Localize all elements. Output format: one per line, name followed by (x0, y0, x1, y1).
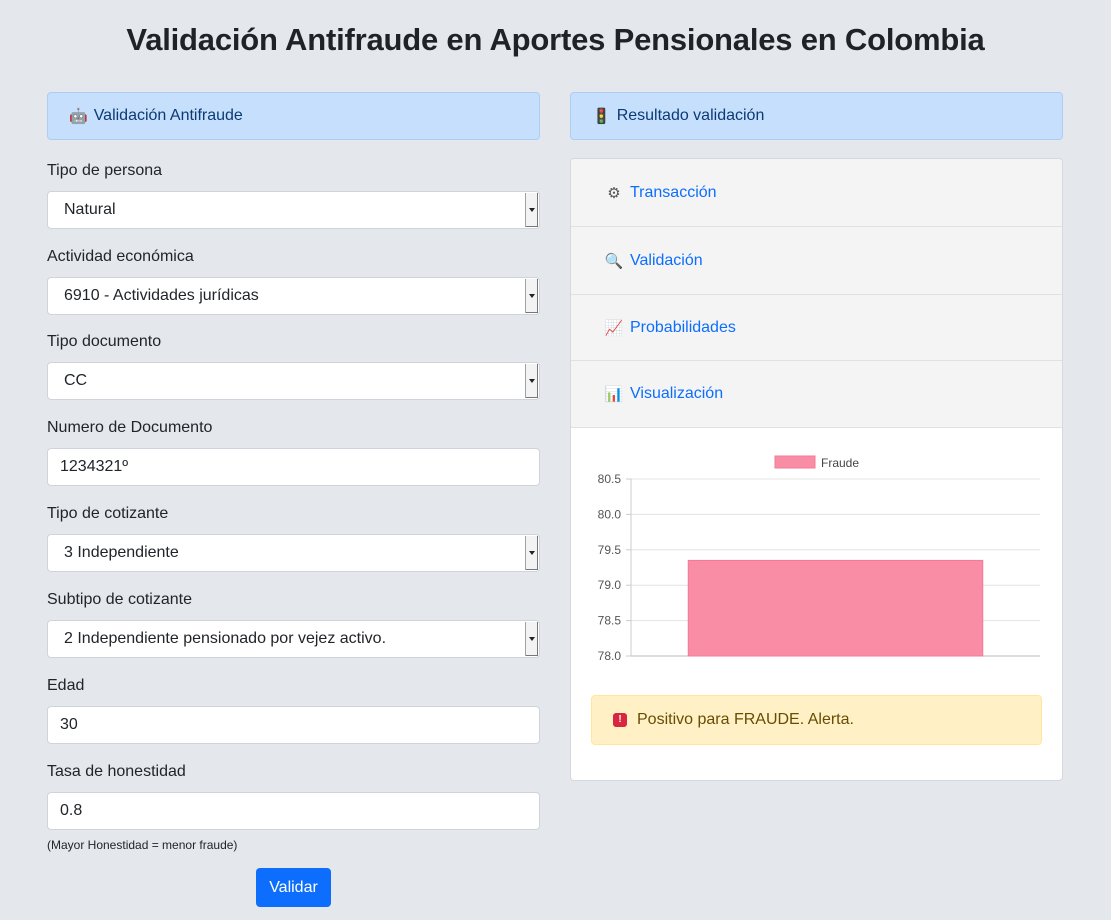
label-subtipo-cotizante: Subtipo de cotizante (47, 591, 192, 608)
form-column: 🤖 Validación Antifraude Tipo de persona … (47, 92, 540, 907)
select-subtipo-cotizante-value: 2 Independiente pensionado por vejez act… (64, 630, 387, 647)
accordion-validacion-label: Validación (630, 251, 703, 269)
traffic-light-icon: 🚦 (592, 108, 611, 125)
fraud-alert: ! Positivo para FRAUDE. Alerta. (591, 695, 1042, 745)
input-edad[interactable]: 30 (47, 706, 540, 744)
result-header-title: Resultado validación (616, 107, 765, 124)
label-tasa-honestidad: Tasa de honestidad (47, 763, 186, 780)
result-column: 🚦 Resultado validación ⚙ Transacción 🔍 V… (570, 92, 1063, 781)
chevron-down-icon (525, 279, 538, 313)
fraud-alert-text: Positivo para FRAUDE. Alerta. (637, 711, 854, 728)
magnifier-icon: 🔍 (604, 252, 624, 270)
select-tipo-cotizante-value: 3 Independiente (64, 544, 179, 561)
field-subtipo-cotizante: Subtipo de cotizante 2 Independiente pen… (47, 590, 540, 658)
y-tick-label: 79.5 (598, 543, 622, 557)
bar-chart-icon: 📊 (604, 386, 624, 403)
select-tipo-documento-value: CC (64, 372, 88, 389)
label-tipo-documento: Tipo documento (47, 333, 162, 350)
accordion-validacion[interactable]: 🔍 Validación (571, 227, 1062, 295)
select-tipo-cotizante[interactable]: 3 Independiente (47, 534, 540, 572)
robot-icon: 🤖 (69, 108, 88, 125)
field-actividad: Actividad económica 6910 - Actividades j… (47, 247, 540, 315)
chevron-down-icon (525, 193, 538, 227)
y-tick-label: 80.0 (598, 507, 622, 521)
honestidad-hint: (Mayor Honestidad = menor fraude) (47, 838, 238, 852)
label-actividad: Actividad económica (47, 248, 194, 265)
trend-chart-icon: 📈 (604, 319, 624, 337)
legend-label: Fraude (821, 456, 859, 470)
result-card: ⚙ Transacción 🔍 Validación 📈 Probabilida… (570, 158, 1063, 781)
field-tipo-cotizante: Tipo de cotizante 3 Independiente (47, 504, 540, 572)
fraude-bar (687, 559, 984, 657)
y-tick-label: 78.5 (598, 614, 622, 628)
select-actividad[interactable]: 6910 - Actividades jurídicas (47, 277, 540, 315)
field-tasa-honestidad: Tasa de honestidad 0.8 (Mayor Honestidad… (47, 762, 540, 852)
accordion-transaccion-label: Transacción (630, 183, 717, 201)
label-tipo-cotizante: Tipo de cotizante (47, 505, 169, 522)
siren-icon: ! (613, 713, 627, 727)
fraud-chart-svg: 80.5 80.0 79.5 79.0 78.5 78.0 Fraude (598, 455, 1040, 663)
input-tasa-honestidad[interactable]: 0.8 (47, 792, 540, 830)
accordion-visualizacion[interactable]: 📊 Visualización (571, 361, 1062, 428)
gear-icon: ⚙ (607, 184, 621, 202)
input-numero-documento-value: 1234321º (60, 458, 129, 475)
label-edad: Edad (47, 677, 85, 694)
chevron-down-icon (525, 536, 538, 570)
field-numero-documento: Numero de Documento 1234321º (47, 418, 540, 486)
fraud-chart: 80.5 80.0 79.5 79.0 78.5 78.0 Fraude (571, 428, 1062, 688)
select-tipo-persona[interactable]: Natural (47, 191, 540, 229)
accordion-probabilidades-label: Probabilidades (630, 318, 736, 336)
field-tipo-persona: Tipo de persona Natural (47, 161, 540, 229)
label-numero-documento: Numero de Documento (47, 419, 213, 436)
result-header: 🚦 Resultado validación (570, 92, 1063, 140)
input-edad-value: 30 (60, 716, 78, 733)
y-tick-label: 78.0 (598, 649, 622, 663)
input-numero-documento[interactable]: 1234321º (47, 448, 540, 486)
field-edad: Edad 30 (47, 676, 540, 744)
y-tick-label: 79.0 (598, 578, 622, 592)
select-tipo-documento[interactable]: CC (47, 362, 540, 400)
chevron-down-icon (525, 364, 538, 398)
select-subtipo-cotizante[interactable]: 2 Independiente pensionado por vejez act… (47, 620, 540, 658)
form-header-title: Validación Antifraude (93, 107, 243, 124)
select-tipo-persona-value: Natural (64, 201, 116, 218)
accordion-probabilidades[interactable]: 📈 Probabilidades (571, 295, 1062, 361)
field-tipo-documento: Tipo documento CC (47, 332, 540, 400)
chevron-down-icon (525, 622, 538, 656)
accordion-visualizacion-label: Visualización (630, 385, 724, 402)
select-actividad-value: 6910 - Actividades jurídicas (64, 287, 259, 304)
y-tick-label: 80.5 (598, 472, 622, 486)
accordion-transaccion[interactable]: ⚙ Transacción (571, 159, 1062, 227)
legend-swatch (774, 455, 816, 469)
form-header: 🤖 Validación Antifraude (47, 92, 540, 140)
validar-button[interactable]: Validar (256, 868, 331, 907)
label-tipo-persona: Tipo de persona (47, 162, 163, 179)
page-title: Validación Antifraude en Aportes Pension… (126, 22, 985, 57)
input-tasa-honestidad-value: 0.8 (60, 802, 83, 819)
